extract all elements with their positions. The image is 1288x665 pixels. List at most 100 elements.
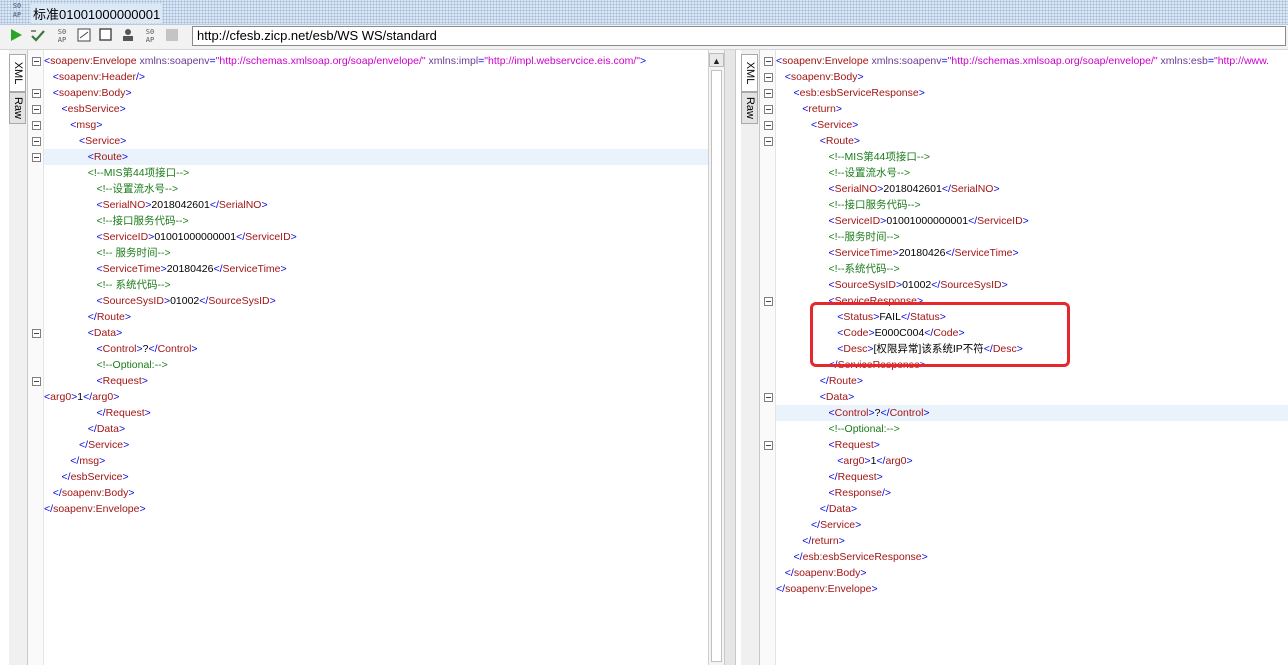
xml-token: Data — [825, 391, 849, 403]
xml-token: > — [923, 407, 930, 419]
xml-token: ServiceID — [977, 215, 1023, 227]
xml-token: < — [44, 327, 94, 339]
soap-logo-icon: SO AP — [12, 2, 22, 19]
fold-toggle-icon[interactable] — [32, 105, 41, 114]
xml-token: < — [776, 439, 835, 451]
wsdl-icon[interactable] — [76, 28, 92, 44]
xml-token: <!--设置流水号--> — [776, 167, 911, 179]
fold-toggle-icon[interactable] — [764, 393, 773, 402]
response-fold-gutter — [760, 50, 776, 665]
xml-token: esb:esbServiceResponse — [802, 551, 922, 563]
xml-token: Service — [817, 119, 853, 131]
xml-token: /> — [135, 71, 146, 83]
xml-token: "http://www. — [1213, 55, 1270, 67]
fold-toggle-icon[interactable] — [32, 377, 41, 386]
user-icon[interactable] — [120, 28, 136, 44]
xml-token: < — [776, 215, 835, 227]
response-xml-line: <SerialNO>2018042601</SerialNO> — [776, 181, 1288, 197]
xml-token: < — [776, 407, 835, 419]
tab-raw[interactable]: Raw — [9, 92, 26, 124]
xml-token: soapenv:Envelope — [782, 55, 869, 67]
xml-token: > — [993, 183, 1000, 195]
soap-icon[interactable]: S0 AP — [54, 28, 70, 44]
xml-token: ServiceID — [245, 231, 291, 243]
xml-token: <!-- 系统代码--> — [44, 279, 171, 291]
response-xml-line: </soapenv:Body> — [776, 565, 1288, 581]
response-xml-line: <!--服务时间--> — [776, 229, 1288, 245]
request-xml-line: <Service> — [44, 133, 724, 149]
xml-token: msg — [76, 119, 97, 131]
response-xml-line: <esb:esbServiceResponse> — [776, 85, 1288, 101]
scroll-thumb[interactable] — [711, 70, 722, 662]
endpoint-url-input[interactable]: http://cfesb.zicp.net/esb/WS WS/standard — [192, 26, 1286, 46]
validate-icon[interactable] — [30, 28, 46, 44]
xml-token: > — [857, 71, 864, 83]
request-xml-line: <SerialNO>2018042601</SerialNO> — [44, 197, 724, 213]
xml-token: <!--MIS第44项接口--> — [776, 151, 931, 163]
xml-token: > — [261, 199, 268, 211]
request-xml-line: <soapenv:Body> — [44, 85, 724, 101]
gray-box-icon[interactable] — [164, 28, 180, 44]
xml-token: > — [144, 407, 151, 419]
xml-token: Route — [825, 135, 854, 147]
fold-toggle-icon[interactable] — [764, 441, 773, 450]
fold-toggle-icon[interactable] — [764, 89, 773, 98]
soap-config-icon[interactable]: S0 AP — [142, 28, 158, 44]
request-xml-line: </esbService> — [44, 469, 724, 485]
pane-splitter[interactable] — [724, 50, 736, 665]
xml-token: > — [123, 439, 130, 451]
xml-token: </ — [44, 471, 71, 483]
xml-token: <!--系统代码--> — [776, 263, 900, 275]
request-xml-line: <soapenv:Envelope xmlns:soapenv="http://… — [44, 53, 724, 69]
xml-token: < — [44, 135, 86, 147]
xml-token: > — [1001, 279, 1008, 291]
response-xml-line: <!--Optional:--> — [776, 421, 1288, 437]
fold-toggle-icon[interactable] — [764, 137, 773, 146]
fold-toggle-icon[interactable] — [32, 121, 41, 130]
request-xml-editor[interactable]: <soapenv:Envelope xmlns:soapenv="http://… — [44, 50, 724, 665]
tab-xml[interactable]: XML — [741, 54, 758, 92]
run-icon[interactable] — [8, 28, 24, 44]
xml-token: > — [116, 327, 123, 339]
xml-token: 20180426 — [898, 247, 946, 259]
request-scrollbar[interactable]: ▲ — [708, 50, 725, 665]
fold-toggle-icon[interactable] — [764, 73, 773, 82]
xml-token: > — [853, 135, 861, 147]
xml-token: < — [776, 183, 835, 195]
xml-token: SerialNO — [218, 199, 262, 211]
xml-token: xmlns:esb — [1157, 55, 1208, 67]
xml-token: > — [128, 487, 135, 499]
response-xml-line: </esb:esbServiceResponse> — [776, 549, 1288, 565]
xml-token: xmlns:soapenv — [868, 55, 942, 67]
request-xml-line: <ServiceID>01001000000001</ServiceID> — [44, 229, 724, 245]
xml-token: soapenv:Body — [790, 71, 858, 83]
xml-token: > — [96, 119, 103, 131]
fold-toggle-icon[interactable] — [764, 57, 773, 66]
stop-icon[interactable] — [98, 28, 114, 44]
xml-token: < — [776, 487, 835, 499]
fold-toggle-icon[interactable] — [764, 297, 773, 306]
tab-raw[interactable]: Raw — [741, 92, 758, 124]
fold-toggle-icon[interactable] — [764, 105, 773, 114]
fold-toggle-icon[interactable] — [32, 153, 41, 162]
xml-token: <!--设置流水号--> — [44, 183, 179, 195]
fold-toggle-icon[interactable] — [32, 329, 41, 338]
xml-token: xmlns:soapenv — [136, 55, 210, 67]
scroll-up-icon[interactable]: ▲ — [709, 53, 724, 67]
xml-token: </ — [236, 231, 246, 243]
fold-toggle-icon[interactable] — [32, 57, 41, 66]
xml-token: > — [835, 103, 842, 115]
response-xml-line: </Request> — [776, 469, 1288, 485]
xml-token: 2018042601 — [883, 183, 942, 195]
xml-token: > — [121, 151, 129, 163]
xml-token: < — [776, 455, 844, 467]
response-xml-line: <ServiceID>01001000000001</ServiceID> — [776, 213, 1288, 229]
fold-toggle-icon[interactable] — [32, 137, 41, 146]
request-xml-line: <msg> — [44, 117, 724, 133]
response-xml-line: <soapenv:Envelope xmlns:soapenv="http://… — [776, 53, 1288, 69]
xml-token: < — [776, 103, 809, 115]
xml-token: > — [99, 455, 106, 467]
tab-xml[interactable]: XML — [9, 54, 26, 92]
fold-toggle-icon[interactable] — [32, 89, 41, 98]
fold-toggle-icon[interactable] — [764, 121, 773, 130]
